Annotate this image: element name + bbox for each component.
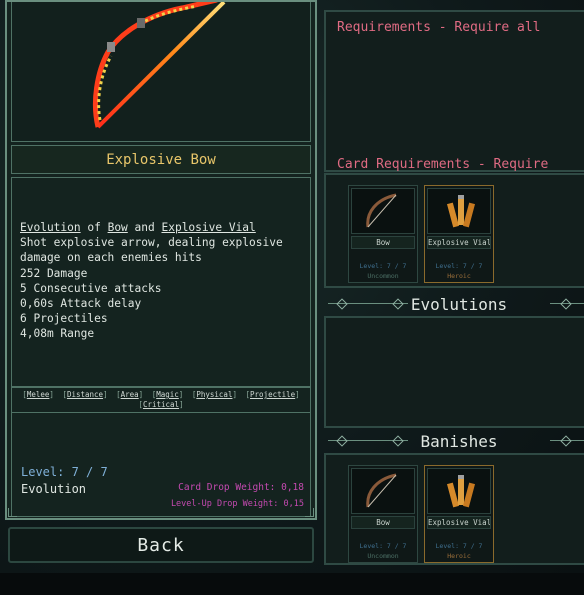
- evolutions-list: [324, 316, 584, 428]
- item-art-frame: [11, 0, 311, 142]
- mini-card-art: [351, 188, 415, 234]
- explosive-bow-icon: [92, 0, 226, 129]
- mini-card-level: Level: 7 / 7: [359, 542, 407, 550]
- header-ornament: [392, 298, 404, 310]
- banish-card-bow[interactable]: Bow Level: 7 / 7 Uncommon: [348, 465, 418, 563]
- mini-card-art: [351, 468, 415, 514]
- banish-card-explosive-vial[interactable]: Explosive Vial Level: 7 / 7 Heroic: [424, 465, 494, 563]
- card-requirements-title: Card Requirements - Require: [337, 157, 549, 172]
- bottom-bar: [0, 573, 584, 595]
- mini-card-level: Level: 7 / 7: [359, 262, 407, 270]
- description-line: Shot explosive arrow, dealing explosive: [20, 236, 283, 250]
- tag-physical[interactable]: [Physical]: [192, 390, 237, 400]
- stat-range: 4,08m Range: [20, 327, 95, 341]
- item-rarity: Evolution: [21, 482, 87, 496]
- bow-icon: [366, 473, 397, 508]
- card-drop-weight: Card Drop Weight: 0,18: [178, 482, 304, 493]
- mini-card-name: Bow: [351, 236, 415, 249]
- tag-melee[interactable]: [Melee]: [22, 390, 54, 400]
- banishes-header: Banishes: [324, 429, 584, 453]
- description-origin: Evolution of Bow and Explosive Vial: [20, 220, 305, 235]
- mini-card-name: Explosive Vial: [427, 236, 491, 249]
- evolutions-title: Evolutions: [410, 294, 508, 314]
- stat-projectiles: 6 Projectiles: [20, 312, 108, 326]
- corner-ornament: [8, 508, 17, 517]
- vials-icon: [446, 195, 476, 228]
- item-card-panel: Explosive Bow Evolution of Bow and Explo…: [5, 0, 317, 520]
- header-ornament: [336, 298, 348, 310]
- banishes-list: Bow Level: 7 / 7 Uncommon Explosive Vial…: [324, 453, 584, 565]
- link-explosive-vial[interactable]: Explosive Vial: [161, 221, 255, 234]
- mini-card-rarity: Uncommon: [367, 272, 399, 280]
- tag-distance[interactable]: [Distance]: [62, 390, 107, 400]
- link-bow[interactable]: Bow: [108, 221, 128, 234]
- tag-critical[interactable]: [Critical]: [138, 400, 183, 410]
- text-and: and: [127, 221, 162, 234]
- card-requirements-list: Bow Level: 7 / 7 Uncommon Explosive Vial…: [324, 173, 584, 288]
- stat-damage: 252 Damage: [20, 266, 88, 280]
- item-level: Level: 7 / 7: [21, 465, 108, 479]
- item-description-box: Evolution of Bow and Explosive Vial Shot…: [11, 177, 311, 387]
- vials-icon: [446, 475, 476, 508]
- header-ornament: [560, 298, 572, 310]
- mini-card-rarity: Heroic: [447, 272, 471, 280]
- item-title: Explosive Bow: [11, 145, 311, 174]
- item-description: Evolution of Bow and Explosive Vial Shot…: [20, 220, 305, 342]
- mini-card-art: [427, 188, 491, 234]
- mini-card-rarity: Uncommon: [367, 552, 399, 560]
- item-tags: [Melee] [Distance] [Area] [Magic] [Physi…: [11, 387, 311, 413]
- mini-card-level: Level: 7 / 7: [435, 262, 483, 270]
- tag-projectile[interactable]: [Projectile]: [246, 390, 300, 400]
- header-ornament: [560, 435, 572, 447]
- mini-card-name: Bow: [351, 516, 415, 529]
- corner-ornament: [305, 508, 314, 517]
- requirements-panel: Requirements - Require all Card Requirem…: [324, 10, 584, 172]
- mini-card-rarity: Heroic: [447, 552, 471, 560]
- tag-magic[interactable]: [Magic]: [152, 390, 184, 400]
- requirements-title: Requirements - Require all: [337, 20, 541, 35]
- description-line: damage on each enemies hits: [20, 251, 202, 265]
- stat-attack-delay: 0,60s Attack delay: [20, 297, 142, 311]
- mini-card-name: Explosive Vial: [427, 516, 491, 529]
- stat-attacks: 5 Consecutive attacks: [20, 281, 162, 295]
- mini-card-level: Level: 7 / 7: [435, 542, 483, 550]
- link-evolution[interactable]: Evolution: [20, 221, 81, 234]
- text-of: of: [80, 221, 108, 234]
- levelup-drop-weight: Level-Up Drop Weight: 0,15: [170, 499, 304, 509]
- back-button[interactable]: Back: [8, 527, 314, 563]
- requirement-card-explosive-vial[interactable]: Explosive Vial Level: 7 / 7 Heroic: [424, 185, 494, 283]
- header-ornament: [392, 435, 404, 447]
- item-level-box: Level: 7 / 7 Evolution Card Drop Weight:…: [11, 413, 311, 517]
- requirement-card-bow[interactable]: Bow Level: 7 / 7 Uncommon: [348, 185, 418, 283]
- tag-area[interactable]: [Area]: [116, 390, 143, 400]
- evolutions-header: Evolutions: [324, 292, 584, 316]
- banishes-title: Banishes: [420, 431, 498, 451]
- header-ornament: [336, 435, 348, 447]
- bow-icon: [366, 193, 397, 228]
- mini-card-art: [427, 468, 491, 514]
